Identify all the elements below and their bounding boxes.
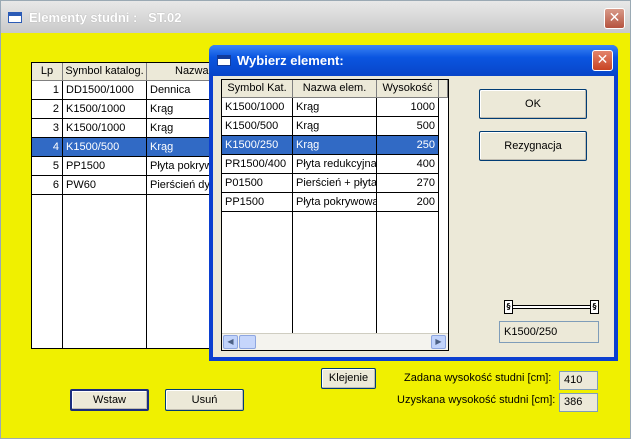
column-header-height[interactable]: Wysokość <box>377 80 439 98</box>
window-title: Elementy studni : ST.02 <box>29 10 182 25</box>
delete-button[interactable]: Usuń <box>165 389 244 411</box>
elements-cell-lp: 6 <box>32 176 63 195</box>
elements-cell-symbol: K1500/1000 <box>63 119 147 138</box>
column-header-lp[interactable]: Lp <box>32 63 63 81</box>
choice-cell-name: Pierścień + płyta <box>293 174 377 193</box>
choice-cell-height: 270 <box>377 174 439 193</box>
scroll-thumb[interactable] <box>239 335 256 349</box>
elements-cell-symbol: K1500/500 <box>63 138 147 157</box>
column-header-filler <box>439 80 448 98</box>
dialog-close-button[interactable]: ✕ <box>592 50 613 71</box>
elements-table[interactable]: Lp Symbol katalog. Nazwa 1 DD1500/1000 Den… <box>31 62 233 349</box>
choice-cell-name: Płyta redukcyjna <box>293 155 377 174</box>
window-titlebar: Elementy studni : ST.02 <box>1 1 630 33</box>
elements-cell-symbol: PW60 <box>63 176 147 195</box>
selected-element-field[interactable]: K1500/250 <box>499 321 599 343</box>
elements-cell-lp: 4 <box>32 138 63 157</box>
elements-cell-lp: 2 <box>32 100 63 119</box>
scroll-right-icon[interactable]: ▶ <box>431 335 446 349</box>
glue-button[interactable]: Klejenie <box>321 368 376 389</box>
elements-cell-lp: 1 <box>32 81 63 100</box>
choice-cell-symbol: PP1500 <box>222 193 293 212</box>
element-choice-table-header: Symbol Kat. Nazwa elem. Wysokość <box>222 80 448 98</box>
choice-cell-symbol: K1500/1000 <box>222 98 293 117</box>
slider-left-knob[interactable]: § <box>504 300 513 314</box>
choice-cell-symbol: K1500/250 <box>222 136 293 155</box>
column-header-symbol-kat[interactable]: Symbol Kat. <box>222 80 293 98</box>
target-height-label: Zadana wysokość studni [cm]: <box>404 372 552 384</box>
elements-table-header: Lp Symbol katalog. Nazwa <box>32 63 232 81</box>
achieved-height-field[interactable]: 386 <box>559 393 598 412</box>
elements-cell-symbol: PP1500 <box>63 157 147 176</box>
choice-cell-height: 200 <box>377 193 439 212</box>
elements-cell-lp: 3 <box>32 119 63 138</box>
column-header-symbol[interactable]: Symbol katalog. <box>63 63 147 81</box>
cancel-button[interactable]: Rezygnacja <box>479 131 587 161</box>
window-app-icon <box>8 12 22 23</box>
selection-slider-track[interactable] <box>508 305 595 309</box>
window-close-button[interactable]: ✕ <box>604 8 625 29</box>
choice-cell-height: 250 <box>377 136 439 155</box>
scroll-left-icon[interactable]: ◀ <box>223 335 238 349</box>
column-header-element-name[interactable]: Nazwa elem. <box>293 80 377 98</box>
choice-cell-name: Krąg <box>293 136 377 155</box>
choice-cell-symbol: K1500/500 <box>222 117 293 136</box>
choice-cell-height: 1000 <box>377 98 439 117</box>
horizontal-scrollbar[interactable]: ◀ ▶ <box>222 333 448 350</box>
choice-cell-symbol: PR1500/400 <box>222 155 293 174</box>
choice-cell-name: Krąg <box>293 98 377 117</box>
choice-cell-height: 400 <box>377 155 439 174</box>
dialog-body: Symbol Kat. Nazwa elem. Wysokość ◀ ▶ K15… <box>213 76 614 357</box>
choice-cell-height: 500 <box>377 117 439 136</box>
elements-cell-lp: 5 <box>32 157 63 176</box>
insert-button[interactable]: Wstaw <box>70 389 149 411</box>
achieved-height-label: Uzyskana wysokość studni [cm]: <box>397 394 556 406</box>
dialog-title: Wybierz element: <box>237 53 344 68</box>
elements-cell-symbol: DD1500/1000 <box>63 81 147 100</box>
element-choice-table[interactable]: Symbol Kat. Nazwa elem. Wysokość ◀ ▶ K15… <box>221 79 449 351</box>
dialog-app-icon <box>217 55 231 66</box>
ok-button[interactable]: OK <box>479 89 587 119</box>
slider-right-knob[interactable]: § <box>590 300 599 314</box>
choice-cell-name: Płyta pokrywowa <box>293 193 377 212</box>
select-element-dialog: Wybierz element: ✕ Symbol Kat. Nazwa ele… <box>209 45 618 361</box>
choice-cell-symbol: P01500 <box>222 174 293 193</box>
dialog-titlebar: Wybierz element: <box>209 45 618 76</box>
target-height-field[interactable]: 410 <box>559 371 598 390</box>
elements-cell-symbol: K1500/1000 <box>63 100 147 119</box>
choice-cell-name: Krąg <box>293 117 377 136</box>
